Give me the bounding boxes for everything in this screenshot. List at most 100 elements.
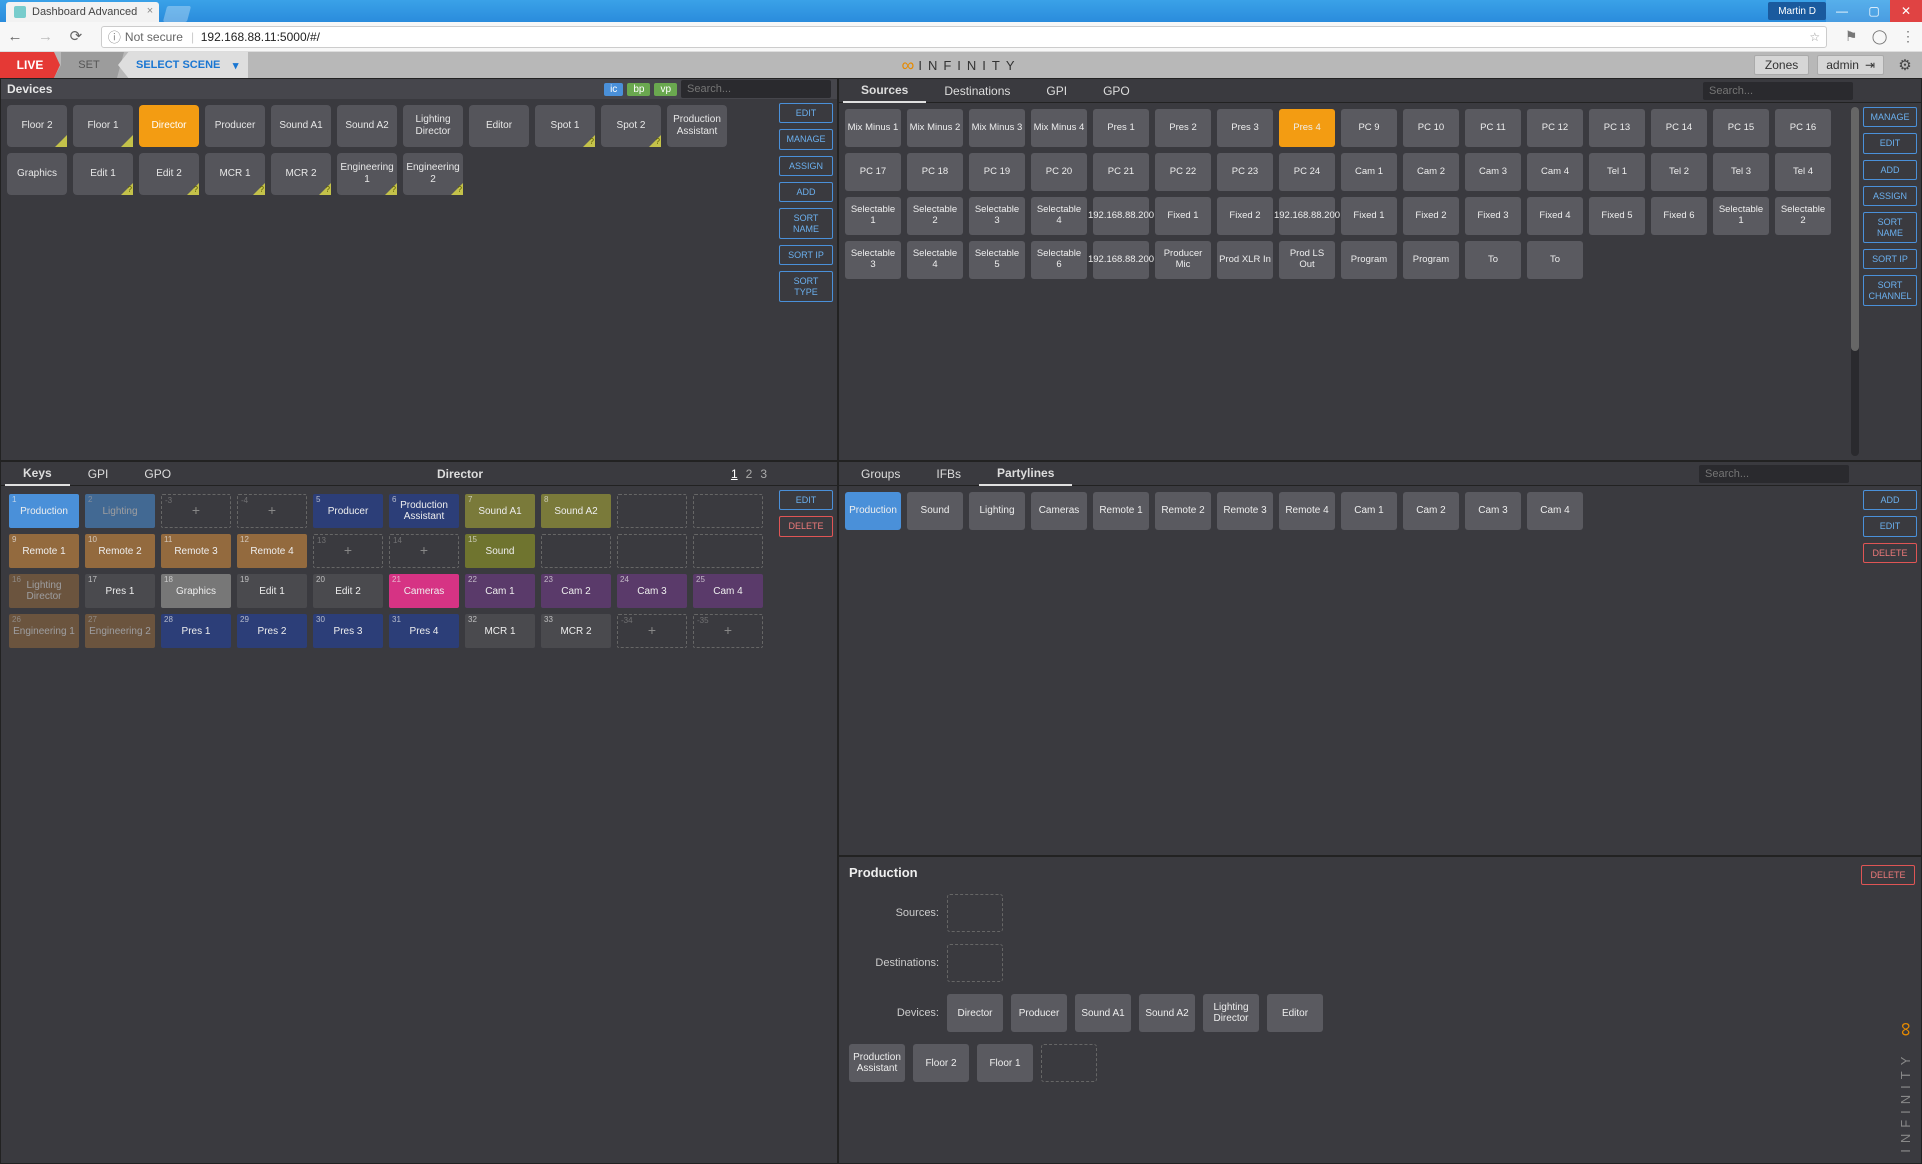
source-tile[interactable]: Tel 1	[1589, 153, 1645, 191]
group-tile[interactable]: Cam 1	[1341, 492, 1397, 530]
sources-tab-sources[interactable]: Sources	[843, 79, 926, 103]
key-tile[interactable]: Producer5	[313, 494, 383, 528]
device-tile[interactable]: MCR 1	[205, 153, 265, 195]
source-tile[interactable]: Selectable 3	[969, 197, 1025, 235]
source-tile[interactable]: Fixed 6	[1651, 197, 1707, 235]
source-tile[interactable]: PC 15	[1713, 109, 1769, 147]
source-tile[interactable]: Prod LS Out	[1279, 241, 1335, 279]
source-tile[interactable]: PC 14	[1651, 109, 1707, 147]
sources-search-input[interactable]	[1703, 82, 1853, 100]
devices-search-input[interactable]	[681, 80, 831, 98]
source-tile[interactable]: Cam 2	[1403, 153, 1459, 191]
keys-tab-gpi[interactable]: GPI	[70, 462, 127, 486]
keys-tab-gpo[interactable]: GPO	[126, 462, 189, 486]
detail-device-tile[interactable]: Sound A1	[1075, 994, 1131, 1032]
new-tab-button[interactable]	[163, 6, 191, 22]
source-tile[interactable]: Selectable 1	[845, 197, 901, 235]
window-maximize-button[interactable]: ▢	[1858, 0, 1890, 22]
address-bar[interactable]: Not secure | 192.168.88.11:5000/#/ ☆	[101, 26, 1827, 48]
detail-device-tile[interactable]: Editor	[1267, 994, 1323, 1032]
source-tile[interactable]: Program	[1403, 241, 1459, 279]
device-tile[interactable]: Engineering 1	[337, 153, 397, 195]
key-empty-slot[interactable]: -35	[693, 614, 763, 648]
sources-scrollbar[interactable]	[1851, 107, 1859, 456]
source-tile[interactable]: Mix Minus 3	[969, 109, 1025, 147]
tab-close-icon[interactable]: ×	[147, 5, 153, 17]
back-icon[interactable]: ←	[6, 28, 24, 45]
key-tile[interactable]: Engineering 126	[9, 614, 79, 648]
groups-tab-ifbs[interactable]: IFBs	[918, 462, 979, 486]
devices-action-assign[interactable]: ASSIGN	[779, 156, 833, 176]
key-tile[interactable]: Sound15	[465, 534, 535, 568]
sources-tab-gpi[interactable]: GPI	[1028, 79, 1085, 103]
devices-drop-slot[interactable]	[1041, 1044, 1097, 1082]
key-tile[interactable]: Pres 117	[85, 574, 155, 608]
source-tile[interactable]: PC 23	[1217, 153, 1273, 191]
source-tile[interactable]: Cam 1	[1341, 153, 1397, 191]
groups-tab-partylines[interactable]: Partylines	[979, 462, 1072, 486]
extension-icon-2[interactable]: ◯	[1872, 28, 1888, 45]
sources-action-sort-channel[interactable]: SORT CHANNEL	[1863, 275, 1917, 306]
device-tile[interactable]: Lighting Director	[403, 105, 463, 147]
source-tile[interactable]: Selectable 2	[907, 197, 963, 235]
key-tile[interactable]: Sound A28	[541, 494, 611, 528]
device-tile[interactable]: Floor 1	[73, 105, 133, 147]
source-tile[interactable]: 192.168.88.200	[1093, 197, 1149, 235]
source-tile[interactable]: PC 11	[1465, 109, 1521, 147]
source-tile[interactable]: Selectable 1	[1713, 197, 1769, 235]
group-tile[interactable]: Sound	[907, 492, 963, 530]
source-tile[interactable]: Tel 4	[1775, 153, 1831, 191]
source-tile[interactable]: Producer Mic	[1155, 241, 1211, 279]
devices-action-manage[interactable]: MANAGE	[779, 129, 833, 149]
source-tile[interactable]: Pres 4	[1279, 109, 1335, 147]
pill-vp[interactable]: vp	[654, 83, 677, 96]
device-tile[interactable]: Engineering 2	[403, 153, 463, 195]
keys-page-3[interactable]: 3	[760, 467, 767, 481]
devices-action-sort-name[interactable]: SORT NAME	[779, 208, 833, 239]
key-tile[interactable]: Sound A17	[465, 494, 535, 528]
detail-action-delete[interactable]: DELETE	[1861, 865, 1915, 885]
key-empty-slot[interactable]: -4	[237, 494, 307, 528]
sources-action-add[interactable]: ADD	[1863, 160, 1917, 180]
source-tile[interactable]: PC 21	[1093, 153, 1149, 191]
sources-action-assign[interactable]: ASSIGN	[1863, 186, 1917, 206]
source-tile[interactable]: Fixed 5	[1589, 197, 1645, 235]
source-tile[interactable]: PC 13	[1589, 109, 1645, 147]
source-tile[interactable]: To	[1465, 241, 1521, 279]
bookmark-star-icon[interactable]: ☆	[1809, 30, 1820, 44]
source-tile[interactable]: PC 17	[845, 153, 901, 191]
source-tile[interactable]: PC 19	[969, 153, 1025, 191]
pill-bp[interactable]: bp	[627, 83, 650, 96]
source-tile[interactable]: Pres 1	[1093, 109, 1149, 147]
source-tile[interactable]: Selectable 2	[1775, 197, 1831, 235]
settings-gear-icon[interactable]: ⚙	[1892, 52, 1918, 78]
detail-device-tile[interactable]: Floor 2	[913, 1044, 969, 1082]
browser-tab[interactable]: Dashboard Advanced ×	[6, 2, 159, 22]
devices-action-edit[interactable]: EDIT	[779, 103, 833, 123]
detail-device-tile[interactable]: Lighting Director	[1203, 994, 1259, 1032]
sources-action-sort-ip[interactable]: SORT IP	[1863, 249, 1917, 269]
detail-device-tile[interactable]: Producer	[1011, 994, 1067, 1032]
source-tile[interactable]: To	[1527, 241, 1583, 279]
key-empty-slot[interactable]: -34	[617, 614, 687, 648]
source-tile[interactable]: Mix Minus 1	[845, 109, 901, 147]
source-tile[interactable]: Selectable 4	[1031, 197, 1087, 235]
key-tile[interactable]: Edit 220	[313, 574, 383, 608]
device-tile[interactable]: Spot 2	[601, 105, 661, 147]
source-tile[interactable]: Fixed 1	[1155, 197, 1211, 235]
group-tile[interactable]: Cam 2	[1403, 492, 1459, 530]
source-tile[interactable]: PC 9	[1341, 109, 1397, 147]
key-tile[interactable]: Cam 324	[617, 574, 687, 608]
group-tile[interactable]: Remote 4	[1279, 492, 1335, 530]
sources-tab-gpo[interactable]: GPO	[1085, 79, 1148, 103]
source-tile[interactable]: Fixed 2	[1217, 197, 1273, 235]
forward-icon[interactable]: →	[36, 28, 54, 45]
detail-device-tile[interactable]: Director	[947, 994, 1003, 1032]
source-tile[interactable]: Mix Minus 2	[907, 109, 963, 147]
extension-icon[interactable]: ⚑	[1843, 28, 1859, 45]
device-tile[interactable]: Spot 1	[535, 105, 595, 147]
window-close-button[interactable]: ✕	[1890, 0, 1922, 22]
reload-icon[interactable]: ⟳	[67, 27, 85, 45]
key-tile[interactable]: Remote 19	[9, 534, 79, 568]
dest-drop-slot[interactable]	[947, 944, 1003, 982]
